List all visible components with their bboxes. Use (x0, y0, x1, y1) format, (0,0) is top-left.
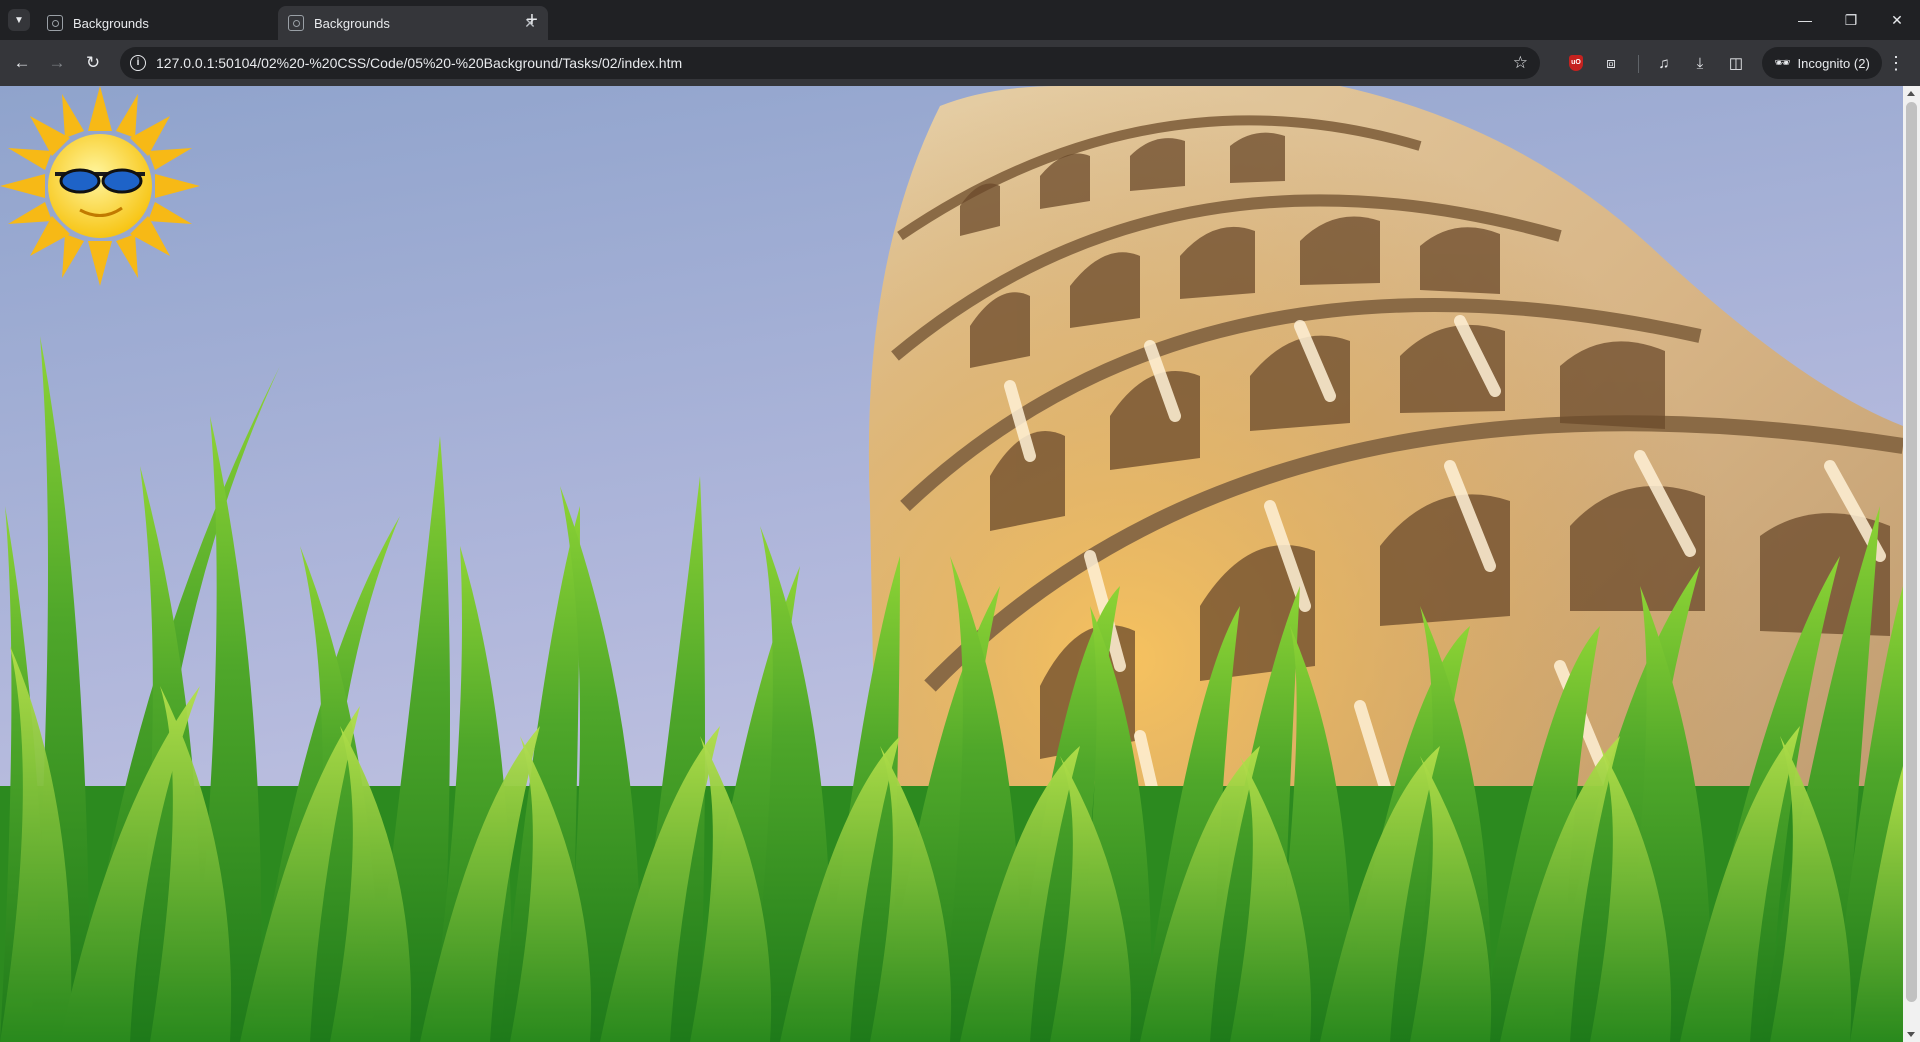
kebab-menu-icon[interactable]: ⋮ (1884, 50, 1908, 76)
tab-title: Backgrounds (73, 15, 149, 31)
incognito-label: Incognito (2) (1797, 55, 1870, 71)
back-button[interactable]: ← (8, 49, 36, 77)
tab-backgrounds-2[interactable]: Backgrounds ✕ (278, 6, 548, 40)
side-panel-icon: ◫ (1728, 55, 1744, 72)
incognito-icon: 🕶 (1774, 55, 1791, 70)
media-queue-icon: ♫ (1658, 54, 1670, 72)
reload-button[interactable]: ↻ (79, 49, 107, 77)
side-panel-button[interactable]: ◫ (1723, 50, 1749, 76)
forward-button[interactable]: → (43, 49, 71, 77)
ublock-origin-button[interactable]: uO (1563, 50, 1589, 76)
sun-with-sunglasses (0, 86, 200, 286)
star-icon[interactable]: ☆ (1513, 53, 1528, 73)
ublock-origin-icon: uO (1569, 55, 1583, 71)
toolbar-divider (1638, 55, 1639, 73)
radio-broadcast-icon (288, 15, 304, 31)
incognito-profile-button[interactable]: 🕶 Incognito (2) (1762, 47, 1882, 79)
url-text[interactable]: 127.0.0.1:50104/02%20-%20CSS/Code/05%20-… (156, 55, 682, 71)
page-viewport (0, 86, 1903, 1042)
address-bar[interactable]: i 127.0.0.1:50104/02%20-%20CSS/Code/05%2… (120, 47, 1540, 79)
scroll-down-arrow[interactable] (1907, 1032, 1915, 1037)
puzzle-icon: ⧈ (1606, 54, 1616, 72)
window-close-button[interactable]: ✕ (1874, 0, 1920, 40)
tab-backgrounds-1[interactable]: Backgrounds ✕ (37, 6, 308, 40)
downloads-button[interactable]: ⤓ (1687, 50, 1713, 76)
arrow-left-icon: ← (13, 53, 31, 72)
new-tab-button[interactable]: + (520, 8, 544, 32)
reload-icon: ↻ (85, 53, 101, 72)
scrollbar-thumb[interactable] (1906, 102, 1917, 1002)
info-icon[interactable]: i (130, 55, 146, 71)
chevron-down-icon[interactable]: ▼ (8, 9, 30, 31)
toolbar: ← → ↻ i 127.0.0.1:50104/02%20-%20CSS/Cod… (0, 40, 1920, 86)
download-icon: ⤓ (1696, 54, 1704, 72)
page-background (0, 86, 1903, 1042)
radio-broadcast-icon (47, 15, 63, 31)
arrow-right-icon: → (48, 53, 66, 72)
minimize-button[interactable]: — (1782, 0, 1828, 40)
vertical-scrollbar[interactable] (1903, 86, 1920, 1042)
scroll-up-arrow[interactable] (1907, 91, 1915, 96)
tab-strip: ▼ Backgrounds ✕ Backgrounds ✕ + — ❐ ✕ (0, 0, 1920, 40)
media-queue-button[interactable]: ♫ (1651, 50, 1677, 76)
browser-chrome: ▼ Backgrounds ✕ Backgrounds ✕ + — ❐ ✕ ← … (0, 0, 1920, 86)
extensions-button[interactable]: ⧈ (1598, 50, 1624, 76)
restore-button[interactable]: ❐ (1828, 0, 1874, 40)
tab-title: Backgrounds (314, 15, 390, 31)
